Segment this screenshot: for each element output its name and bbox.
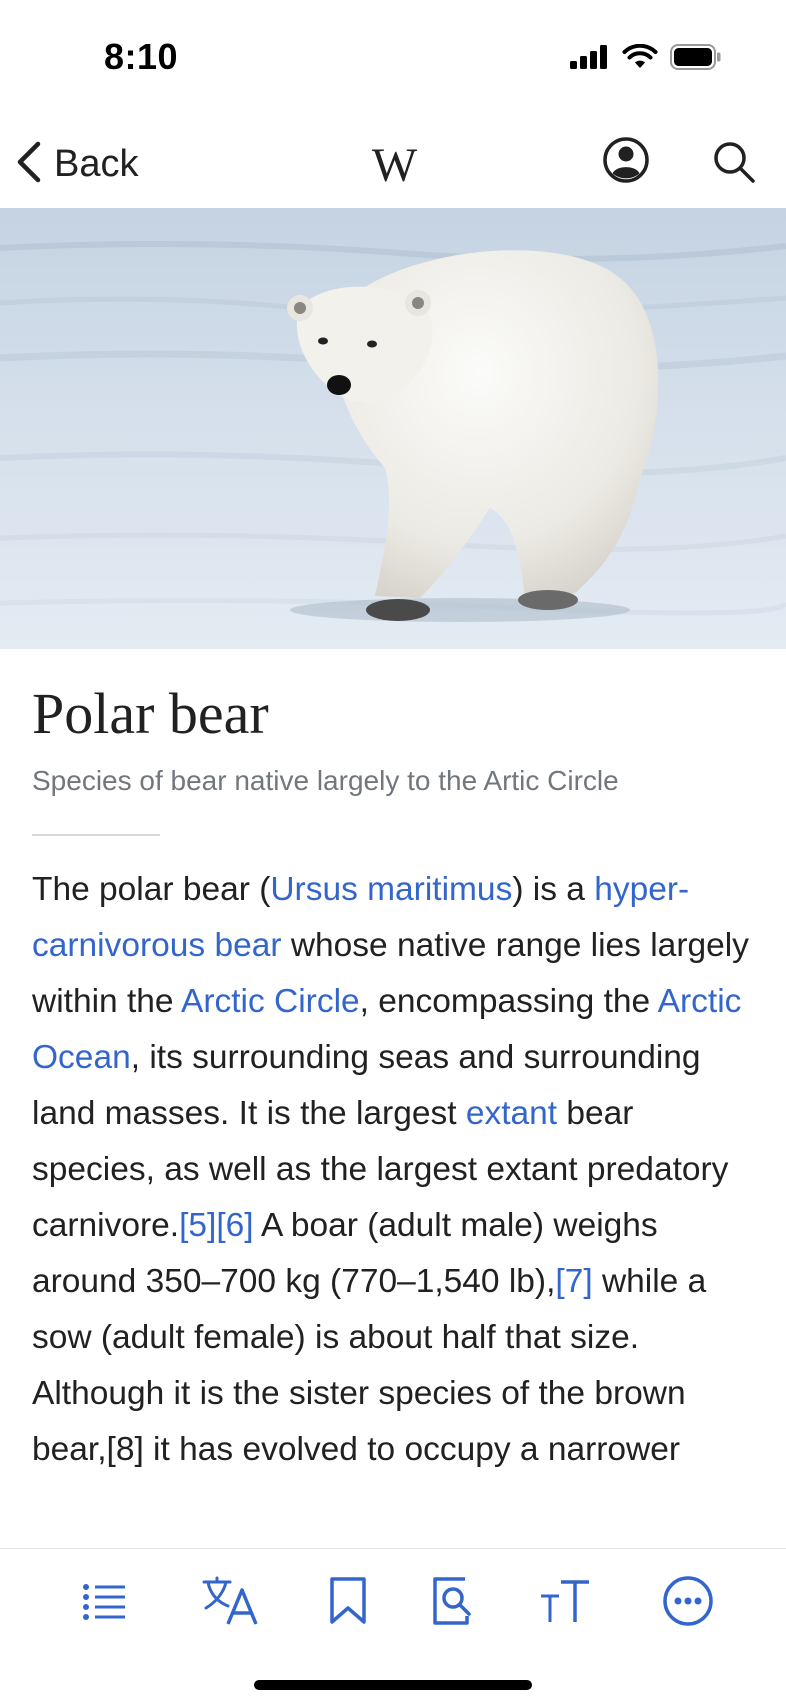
account-button[interactable] <box>602 136 650 184</box>
status-bar: 8:10 <box>0 0 786 110</box>
reference-link[interactable]: [6] <box>216 1207 253 1244</box>
article-description: Species of bear native largely to the Ar… <box>32 765 619 796</box>
body-text: The polar bear ( <box>32 871 271 908</box>
link-extant[interactable]: extant <box>466 1095 557 1132</box>
find-in-page-button[interactable] <box>422 1569 486 1633</box>
home-indicator[interactable] <box>254 1680 532 1690</box>
more-icon <box>663 1576 713 1626</box>
reference-link[interactable]: [5] <box>179 1207 216 1244</box>
body-text: , encompassing the <box>359 983 658 1020</box>
language-button[interactable] <box>200 1569 264 1633</box>
article-toolbar <box>0 1548 786 1645</box>
text-size-button[interactable] <box>532 1569 596 1633</box>
article: Polar bear Species of bear native largel… <box>32 676 754 1478</box>
battery-icon <box>670 44 722 75</box>
find-in-page-icon <box>433 1577 471 1625</box>
save-button[interactable] <box>316 1569 380 1633</box>
polar-bear-image <box>0 208 786 649</box>
status-time: 8:10 <box>104 36 179 77</box>
status-icons <box>570 43 722 75</box>
link-ursus-maritimus[interactable]: Ursus maritimus <box>270 871 512 908</box>
table-of-contents-icon <box>83 1584 125 1620</box>
cellular-signal-icon <box>570 45 610 74</box>
article-body: The polar bear (Ursus maritimus) is a hy… <box>32 862 754 1478</box>
link-arctic-circle[interactable]: Arctic Circle <box>181 983 360 1020</box>
title-divider <box>32 834 160 836</box>
body-text: ) is a <box>512 871 595 908</box>
account-icon <box>603 137 649 183</box>
reference-link[interactable]: [7] <box>555 1263 592 1300</box>
article-title: Polar bear <box>32 681 269 746</box>
search-icon <box>714 142 755 183</box>
table-of-contents-button[interactable] <box>72 1569 136 1633</box>
bookmark-icon <box>330 1577 366 1624</box>
more-button[interactable] <box>656 1569 720 1633</box>
text-size-icon <box>541 1580 589 1622</box>
language-icon <box>202 1576 258 1625</box>
wikipedia-logo: W <box>371 139 417 192</box>
navigation-bar: Back W <box>0 120 786 208</box>
lead-image[interactable] <box>0 208 786 649</box>
search-button[interactable] <box>710 138 758 186</box>
wifi-icon <box>622 43 658 75</box>
